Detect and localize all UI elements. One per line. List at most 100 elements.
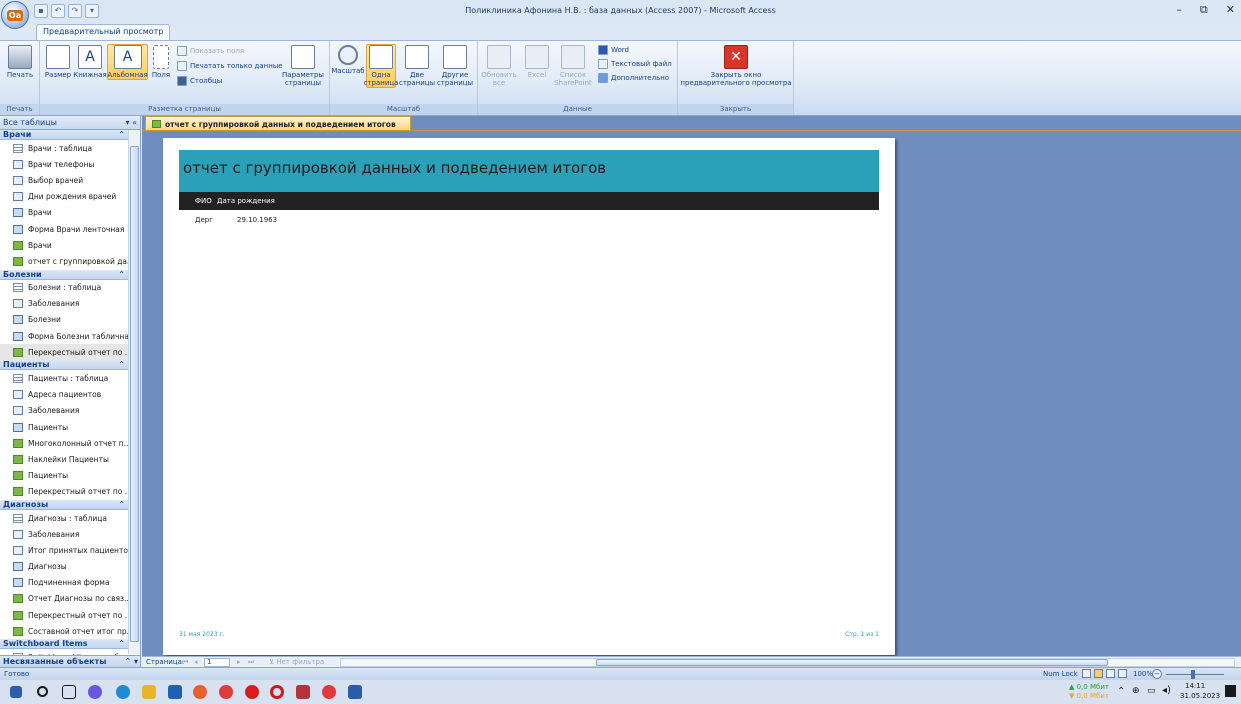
word-app-icon[interactable] bbox=[348, 685, 362, 699]
nav-item[interactable]: Пациенты bbox=[0, 468, 128, 484]
tray-app-icon[interactable]: ⊕ bbox=[1132, 686, 1140, 696]
sharepoint-export-button[interactable]: Список SharePoint bbox=[554, 45, 592, 87]
collapse-icon[interactable]: ⌃ bbox=[118, 270, 125, 279]
zoom-out-icon[interactable]: − bbox=[1152, 669, 1162, 679]
tray-chevron-icon[interactable]: ⌃ bbox=[1117, 686, 1125, 697]
margins-button[interactable]: Поля bbox=[149, 45, 173, 79]
nav-item[interactable]: Подчиненная форма bbox=[0, 575, 128, 591]
layout-view-icon[interactable] bbox=[1094, 669, 1103, 678]
nav-group-header[interactable]: Диагнозы ⌃ bbox=[0, 499, 128, 510]
firefox-icon[interactable] bbox=[193, 685, 207, 699]
next-page-button[interactable]: ▸ bbox=[237, 658, 241, 666]
task-view-icon[interactable] bbox=[62, 685, 76, 699]
print-preview-view-icon[interactable] bbox=[1082, 669, 1091, 678]
columns-button[interactable]: Столбцы bbox=[177, 76, 222, 86]
show-margins-checkbox[interactable]: Показать поля bbox=[177, 46, 244, 56]
nav-item[interactable]: Дни рождения врачей bbox=[0, 189, 128, 205]
first-page-button[interactable]: ⏮ bbox=[182, 658, 188, 667]
volume-icon[interactable]: ◂) bbox=[1162, 685, 1171, 696]
tab-print-preview[interactable]: Предварительный просмотр bbox=[36, 24, 171, 40]
nav-item[interactable]: Пациенты bbox=[0, 419, 128, 435]
nav-group-header[interactable]: Врачи ⌃ bbox=[0, 130, 128, 140]
portrait-button[interactable]: A Книжная bbox=[73, 45, 107, 79]
notifications-icon[interactable] bbox=[1225, 685, 1236, 697]
nav-item[interactable]: Заболевания bbox=[0, 403, 128, 419]
refresh-all-button[interactable]: Обновить все bbox=[481, 45, 517, 87]
nav-item[interactable]: Выбор врачей bbox=[0, 172, 128, 188]
nav-item[interactable]: Отчет Диагнозы по связ... bbox=[0, 591, 128, 607]
nav-item[interactable]: Форма Болезни табличная bbox=[0, 328, 128, 344]
zoom-slider-thumb[interactable] bbox=[1191, 670, 1195, 679]
yandex-browser-icon[interactable] bbox=[219, 685, 233, 699]
nav-item[interactable]: Адреса пациентов bbox=[0, 387, 128, 403]
yandex-icon[interactable] bbox=[245, 685, 259, 699]
document-tab[interactable]: отчет с группировкой данных и подведение… bbox=[145, 116, 411, 130]
nav-item[interactable]: Составной отчет итог пр... bbox=[0, 623, 128, 639]
app-circle-icon[interactable] bbox=[88, 685, 102, 699]
file-explorer-icon[interactable] bbox=[142, 685, 156, 699]
zoom-slider[interactable] bbox=[1166, 674, 1224, 675]
expand-icon[interactable]: ⌃ ▾ bbox=[124, 657, 138, 666]
text-file-export-button[interactable]: Текстовый файл bbox=[598, 59, 672, 69]
nav-item[interactable]: Диагнозы : таблица bbox=[0, 510, 128, 526]
access-icon[interactable] bbox=[296, 685, 310, 699]
nav-item[interactable]: Болезни : таблица bbox=[0, 280, 128, 296]
nav-item[interactable]: Перекрестный отчет по ... bbox=[0, 344, 128, 361]
nav-group-header[interactable]: Пациенты ⌃ bbox=[0, 360, 128, 371]
collapse-icon[interactable]: ⌃ bbox=[118, 639, 125, 648]
horizontal-scrollbar[interactable] bbox=[340, 658, 1235, 667]
nav-pane-header[interactable]: Все таблицы ▾ « bbox=[0, 116, 140, 130]
page-number-input[interactable]: 1 bbox=[204, 657, 230, 667]
horizontal-scroll-thumb[interactable] bbox=[596, 659, 1108, 666]
print-button[interactable]: Печать bbox=[4, 45, 36, 79]
excel-export-button[interactable]: Excel bbox=[522, 45, 552, 79]
two-pages-button[interactable]: Две страницы bbox=[399, 45, 435, 87]
nav-group-header[interactable]: Switchboard Items ⌃ bbox=[0, 639, 128, 650]
edge-icon[interactable] bbox=[116, 685, 130, 699]
nav-item[interactable]: Врачи bbox=[0, 205, 128, 221]
nav-item[interactable]: Заболевания bbox=[0, 526, 128, 542]
landscape-button[interactable]: A Альбомная bbox=[107, 44, 148, 80]
collapse-icon[interactable]: ⌃ bbox=[118, 130, 125, 139]
zoom-button[interactable]: Масштаб bbox=[331, 45, 365, 75]
windows-start-icon[interactable] bbox=[10, 686, 22, 698]
more-pages-button[interactable]: Другие страницы bbox=[436, 45, 474, 87]
one-page-button[interactable]: Одна страница bbox=[364, 44, 398, 88]
nav-item[interactable]: Форма Врачи ленточная bbox=[0, 221, 128, 237]
opera-icon[interactable] bbox=[270, 685, 284, 699]
word-export-button[interactable]: Word bbox=[598, 45, 629, 55]
nav-item[interactable]: Диагнозы bbox=[0, 559, 128, 575]
nav-item[interactable]: Многоколонный отчет п... bbox=[0, 435, 128, 451]
nav-item[interactable]: Перекрестный отчет по ... bbox=[0, 484, 128, 500]
report-view-icon[interactable] bbox=[1106, 669, 1115, 678]
last-page-button[interactable]: ⏭ bbox=[248, 658, 254, 667]
nav-item[interactable]: Врачи bbox=[0, 237, 128, 253]
network-icon[interactable]: ▭ bbox=[1147, 686, 1156, 696]
nav-item[interactable]: Врачи телефоны bbox=[0, 156, 128, 172]
nav-scroll-thumb[interactable] bbox=[130, 146, 139, 642]
nav-item[interactable]: Перекрестный отчет по ... bbox=[0, 607, 128, 623]
nav-item[interactable]: Врачи : таблица bbox=[0, 140, 128, 156]
yandex-app-icon[interactable] bbox=[322, 685, 336, 699]
page-setup-button[interactable]: Параметры страницы bbox=[280, 45, 326, 87]
nav-item[interactable]: Заболевания bbox=[0, 296, 128, 312]
collapse-icon[interactable]: ⌃ bbox=[118, 360, 125, 369]
nav-group-unrelated[interactable]: Несвязанные объекты ⌃ ▾ bbox=[0, 655, 140, 667]
more-export-button[interactable]: Дополнительно bbox=[598, 73, 669, 83]
print-data-only-checkbox[interactable]: Печатать только данные bbox=[177, 61, 283, 71]
store-icon[interactable] bbox=[168, 685, 182, 699]
nav-scrollbar[interactable] bbox=[128, 130, 140, 654]
size-button[interactable]: Размер bbox=[43, 45, 73, 79]
nav-collapse-icon[interactable]: ▾ « bbox=[126, 118, 137, 127]
nav-item[interactable]: Пациенты : таблица bbox=[0, 370, 128, 386]
minimize-button[interactable]: – bbox=[1176, 3, 1182, 17]
nav-item[interactable]: Итог принятых пациентов bbox=[0, 542, 128, 558]
close-button[interactable]: ✕ bbox=[1226, 3, 1235, 17]
nav-item[interactable]: отчет с группировкой да... bbox=[0, 253, 128, 269]
office-button[interactable]: Oa bbox=[1, 1, 29, 29]
search-icon[interactable] bbox=[37, 686, 48, 697]
collapse-icon[interactable]: ⌃ bbox=[118, 500, 125, 509]
nav-item[interactable]: Болезни bbox=[0, 312, 128, 328]
restore-button[interactable]: ⧉ bbox=[1200, 3, 1208, 17]
close-preview-button[interactable]: ✕ Закрыть окно предварительного просмотр… bbox=[680, 45, 792, 87]
